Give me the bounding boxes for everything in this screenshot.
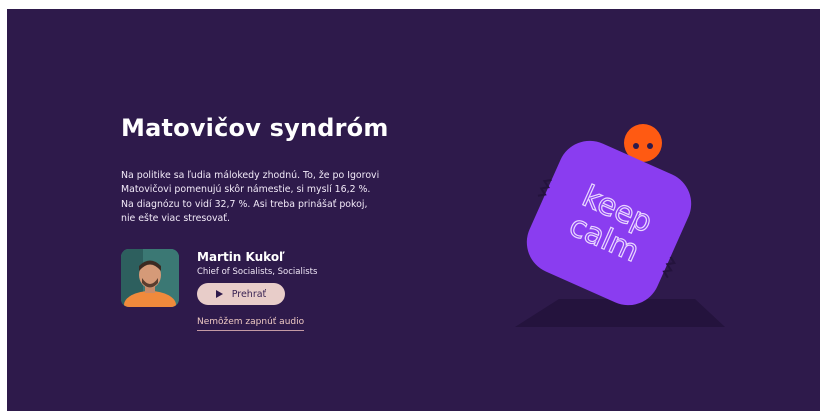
avatar <box>121 249 179 307</box>
play-label: Prehrať <box>231 288 267 300</box>
cant-play-audio-link[interactable]: Nemôžem zapnúť audio <box>197 317 305 331</box>
portrait-avatar-icon <box>121 249 179 307</box>
person-name: Martin Kukoľ <box>197 250 285 264</box>
page-title: Matovičov syndróm <box>121 114 389 142</box>
keep-calm-box: keep calm <box>526 140 692 306</box>
play-audio-button[interactable]: Prehrať <box>197 283 285 305</box>
hero-description: Na politike sa ľudia málokedy zhodnú. To… <box>121 170 380 225</box>
person-role: Chief of Socialists, Socialists <box>197 267 318 277</box>
keep-calm-illustration: keep calm <box>515 124 725 327</box>
hero-section: Matovičov syndróm Na politike sa ľudia m… <box>7 9 820 411</box>
play-icon <box>215 290 223 298</box>
